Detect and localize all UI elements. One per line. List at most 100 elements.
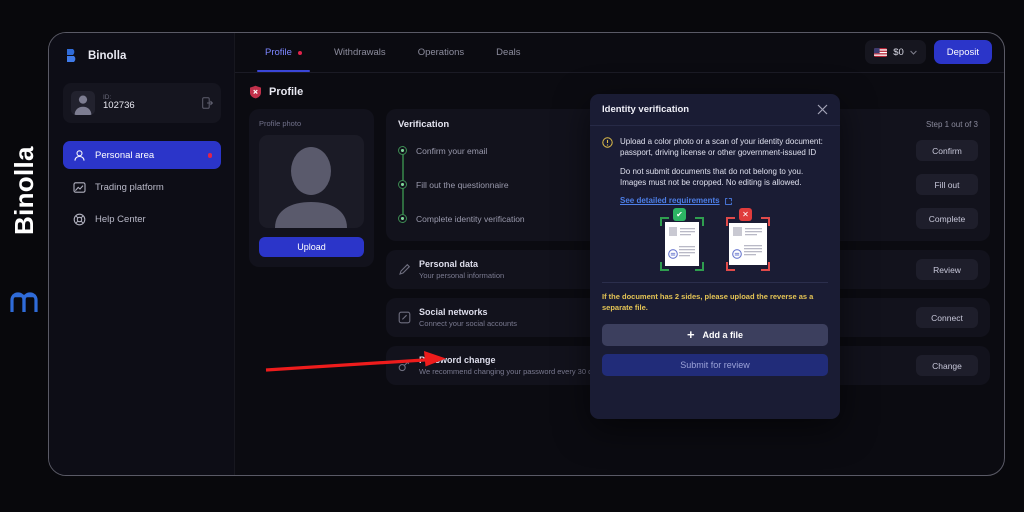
add-file-button[interactable]: + Add a file [602, 323, 828, 346]
link-icon [398, 311, 411, 324]
balance-selector[interactable]: $0 [865, 40, 926, 64]
profile-photo-card: Profile photo Upload [249, 109, 374, 267]
row-text: Social networks Connect your social acco… [419, 307, 517, 328]
step-action-button[interactable]: Confirm [916, 140, 978, 161]
deposit-button[interactable]: Deposit [933, 40, 992, 64]
two-sided-hint: If the document has 2 sides, please uplo… [602, 291, 814, 312]
sidebar-nav: Personal area Trading platform Help Cent… [63, 141, 221, 237]
row-left: Social networks Connect your social acco… [398, 307, 517, 328]
row-title: Social networks [419, 307, 488, 317]
account-id-value: 102736 [103, 100, 135, 112]
row-action-button[interactable]: Connect [916, 307, 978, 328]
tab-alert-dot [297, 50, 302, 55]
profile-photo-placeholder[interactable] [259, 135, 364, 228]
verification-step-counter: Step 1 out of 3 [925, 120, 978, 129]
topbar-right-group: $0 Deposit [865, 40, 992, 64]
upload-notice: Upload a color photo or a scan of your i… [602, 136, 828, 207]
row-action-button[interactable]: Change [916, 355, 978, 376]
row-action-button[interactable]: Review [916, 259, 978, 280]
lifebuoy-icon [73, 213, 86, 225]
example-good: ✔ [660, 207, 704, 271]
tab-label: Deals [496, 47, 521, 58]
step-action-button[interactable]: Complete [916, 208, 978, 229]
person-placeholder-icon [275, 147, 347, 228]
tab-list: Profile Withdrawals Operations Deals [249, 33, 536, 72]
binolla-logo-icon [67, 49, 76, 62]
step-dot-icon [398, 214, 407, 223]
row-subtitle: Connect your social accounts [419, 319, 517, 328]
brand-strip: Binolla [0, 0, 48, 512]
document-page [729, 222, 767, 265]
modal-divider [602, 281, 828, 283]
verification-title: Verification [398, 119, 450, 130]
us-flag-icon [874, 47, 888, 57]
sidebar-item-label: Trading platform [95, 181, 164, 193]
sidebar-item-label: Help Center [95, 213, 146, 225]
modal-header: Identity verification [590, 94, 840, 126]
modal-actions: + Add a file Submit for review [590, 323, 840, 376]
notice-paragraph-1: Upload a color photo or a scan of your i… [620, 137, 823, 158]
row-title: Password change [419, 355, 496, 365]
step-dot-icon [398, 146, 407, 155]
add-file-label: Add a file [702, 329, 744, 340]
upload-photo-button[interactable]: Upload [259, 237, 364, 257]
row-left: Personal data Your personal information [398, 259, 504, 280]
main-area: Profile Withdrawals Operations Deals $0 … [235, 33, 1004, 475]
binolla-logo-mark-icon [10, 292, 38, 312]
modal-body: Upload a color photo or a scan of your i… [590, 126, 840, 314]
tab-withdrawals[interactable]: Withdrawals [318, 33, 402, 72]
user-icon [74, 149, 85, 161]
notice-paragraph-2: Do not submit documents that do not belo… [620, 166, 804, 188]
sidebar-item-trading-platform[interactable]: Trading platform [63, 173, 221, 201]
sidebar-logo[interactable]: Binolla [49, 33, 234, 64]
link-label: See detailed requirements [620, 196, 720, 206]
sidebar-item-help-center[interactable]: Help Center [63, 205, 221, 233]
tab-deals[interactable]: Deals [480, 33, 536, 72]
document-content-icon [732, 226, 762, 259]
step-text: Complete identity verification [416, 213, 525, 224]
balance-amount: $0 [893, 46, 904, 58]
key-icon [398, 359, 410, 372]
tab-label: Operations [417, 47, 465, 58]
sidebar-notification-dot [207, 153, 212, 158]
document-page [665, 221, 699, 266]
tab-label: Withdrawals [333, 47, 386, 58]
modal-title: Identity verification [602, 104, 690, 115]
row-subtitle: Your personal information [419, 271, 505, 280]
page-title: Profile [269, 86, 304, 98]
app-window: Binolla ID: 102736 Personal area Trading… [48, 32, 1005, 476]
chart-image-icon [73, 181, 86, 193]
sidebar-item-label: Personal area [95, 149, 155, 161]
avatar [71, 91, 95, 115]
row-subtitle: We recommend changing your password ever… [419, 367, 604, 376]
example-bad: ✕ [726, 207, 770, 271]
row-left: Password change We recommend changing yo… [398, 355, 604, 376]
step-text: Fill out the questionnaire [416, 179, 509, 190]
switch-account-icon[interactable] [202, 97, 213, 109]
detailed-requirements-link[interactable]: See detailed requirements [620, 195, 732, 206]
brand-vertical-wordmark: Binolla [9, 146, 39, 235]
tab-operations[interactable]: Operations [402, 33, 480, 72]
step-dot-icon [398, 180, 407, 189]
top-navigation-bar: Profile Withdrawals Operations Deals $0 … [235, 33, 1004, 73]
chevron-down-icon [910, 50, 917, 55]
tab-profile[interactable]: Profile [249, 33, 318, 72]
sidebar-item-personal-area[interactable]: Personal area [63, 141, 221, 169]
exclamation-circle-icon [602, 137, 613, 148]
account-card[interactable]: ID: 102736 [63, 83, 221, 123]
document-thumbnail-bad [726, 216, 770, 271]
step-text: Confirm your email [416, 145, 488, 156]
sidebar: Binolla ID: 102736 Personal area Trading… [49, 33, 235, 475]
row-title: Personal data [419, 259, 479, 269]
document-content-icon [668, 226, 695, 259]
shield-alert-icon [250, 85, 261, 99]
cross-icon: ✕ [739, 207, 752, 221]
account-meta: ID: 102736 [103, 94, 194, 112]
step-action-button[interactable]: Fill out [916, 174, 978, 195]
row-text: Password change We recommend changing yo… [419, 355, 604, 376]
close-icon[interactable] [817, 104, 828, 115]
pencil-icon [399, 263, 411, 275]
submit-for-review-button[interactable]: Submit for review [602, 353, 828, 376]
document-thumbnail-good [660, 216, 704, 271]
notice-text-block: Upload a color photo or a scan of your i… [620, 136, 828, 207]
